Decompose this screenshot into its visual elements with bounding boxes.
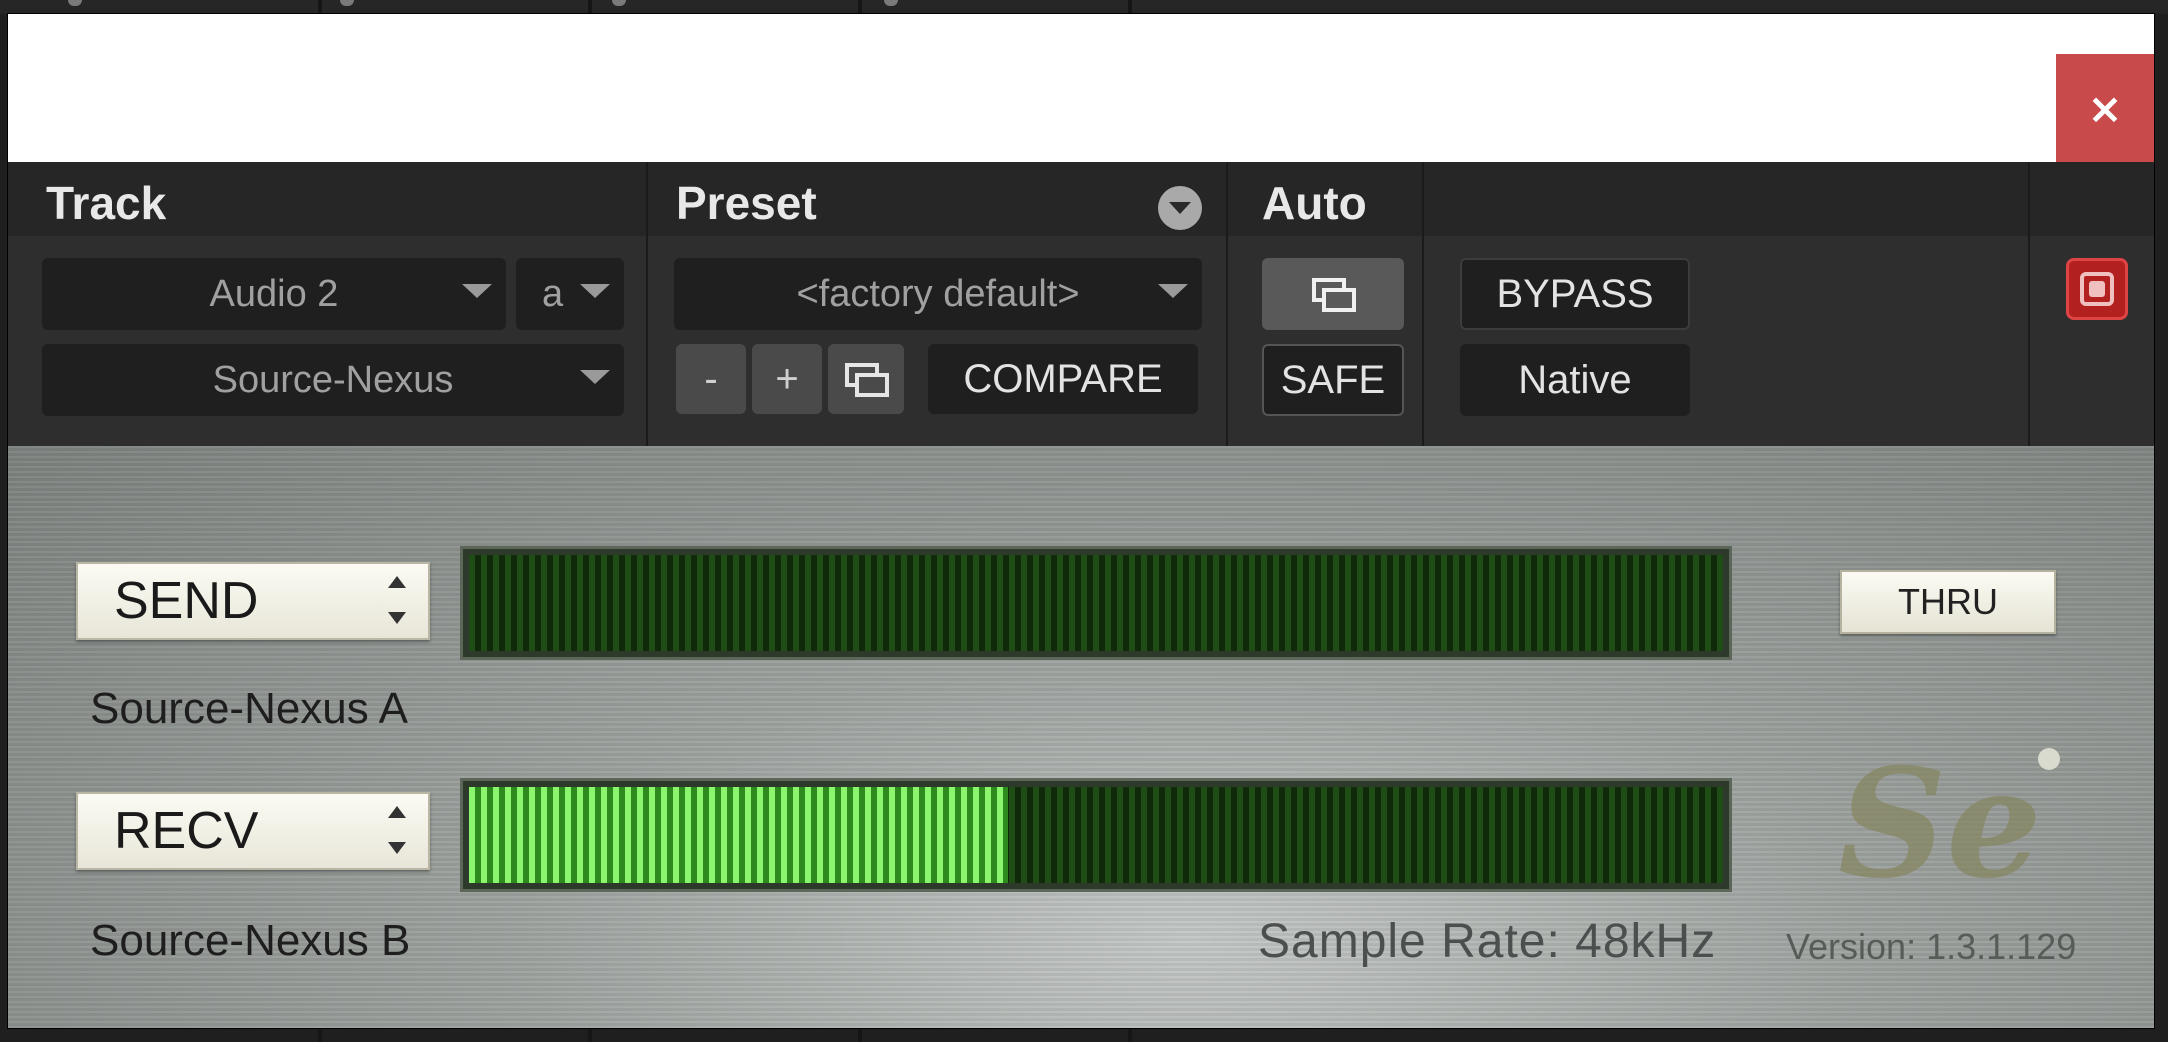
window-stack-icon	[845, 363, 889, 397]
chevron-down-icon	[580, 370, 610, 384]
preset-selector[interactable]: <factory default>	[674, 258, 1202, 330]
close-button[interactable]: ×	[2056, 54, 2154, 162]
track-selector[interactable]: Audio 2	[42, 258, 506, 330]
previous-preset-button[interactable]: -	[676, 344, 746, 414]
compare-label: COMPARE	[963, 356, 1163, 401]
background-dot	[612, 0, 626, 6]
send-level-meter	[460, 546, 1732, 660]
recv-level-meter	[460, 778, 1732, 892]
header-divider	[1422, 162, 1424, 446]
logo-dot	[2038, 748, 2060, 770]
plugin-selector[interactable]: Source-Nexus	[42, 344, 624, 416]
safe-button[interactable]: SAFE	[1262, 344, 1404, 416]
plugin-panel: SEND Source-Nexus A RECV Source-Nexus B …	[8, 446, 2154, 1028]
next-preset-button[interactable]: +	[752, 344, 822, 414]
window-stack-icon	[1312, 278, 1356, 312]
thru-button[interactable]: THRU	[1840, 570, 2056, 634]
recv-channel-name: Source-Nexus B	[90, 916, 411, 965]
track-variant: a	[542, 272, 564, 315]
preset-name: <factory default>	[796, 272, 1080, 315]
compare-button[interactable]: COMPARE	[928, 344, 1198, 414]
sample-rate-text: Sample Rate: 48kHz	[1258, 915, 1717, 968]
bypass-button[interactable]: BYPASS	[1460, 258, 1690, 330]
preset-menu-icon[interactable]	[1158, 186, 1202, 230]
logo-text: Se	[1838, 736, 2042, 912]
spinner-arrows-icon	[388, 576, 408, 626]
power-icon[interactable]	[2066, 258, 2128, 320]
recv-mode-value: RECV	[114, 802, 259, 860]
close-icon: ×	[2087, 83, 2123, 133]
preset-heading: Preset	[676, 177, 817, 229]
send-mode-select[interactable]: SEND	[76, 562, 430, 640]
header-divider	[1226, 162, 1228, 446]
preset-link-button[interactable]	[828, 344, 904, 414]
meter-track	[469, 555, 1723, 651]
native-label: Native	[1518, 357, 1632, 402]
header-divider	[2028, 162, 2030, 446]
auto-heading: Auto	[1262, 177, 1367, 229]
automation-window-button[interactable]	[1262, 258, 1404, 330]
plugin-header: Track Preset Auto Audio 2 a Source-Nexus…	[8, 162, 2154, 446]
track-name: Audio 2	[209, 272, 339, 315]
recv-meter-fill	[469, 787, 1008, 883]
track-heading: Track	[46, 177, 167, 229]
spinner-arrows-icon	[388, 806, 408, 856]
track-variant-selector[interactable]: a	[516, 258, 624, 330]
bypass-label: BYPASS	[1496, 271, 1654, 316]
header-titlebar	[8, 162, 2154, 236]
plugin-name: Source-Nexus	[212, 358, 454, 401]
plus-label: +	[775, 356, 799, 401]
minus-label: -	[704, 356, 718, 401]
background-dot	[68, 0, 82, 6]
se-logo: Se	[1838, 736, 2068, 916]
native-button[interactable]: Native	[1460, 344, 1690, 416]
version-text: Version: 1.3.1.129	[1786, 926, 2077, 967]
send-channel-name: Source-Nexus A	[90, 684, 408, 733]
recv-mode-select[interactable]: RECV	[76, 792, 430, 870]
power-core	[2089, 281, 2105, 297]
thru-label: THRU	[1898, 581, 1998, 622]
send-mode-value: SEND	[114, 572, 259, 630]
chevron-down-icon	[462, 284, 492, 298]
chevron-down-icon	[580, 284, 610, 298]
background-strip	[0, 0, 2168, 14]
header-divider	[646, 162, 648, 446]
background-dot	[884, 0, 898, 6]
safe-label: SAFE	[1280, 357, 1386, 402]
chevron-down-icon	[1158, 284, 1188, 298]
background-dot	[340, 0, 354, 6]
